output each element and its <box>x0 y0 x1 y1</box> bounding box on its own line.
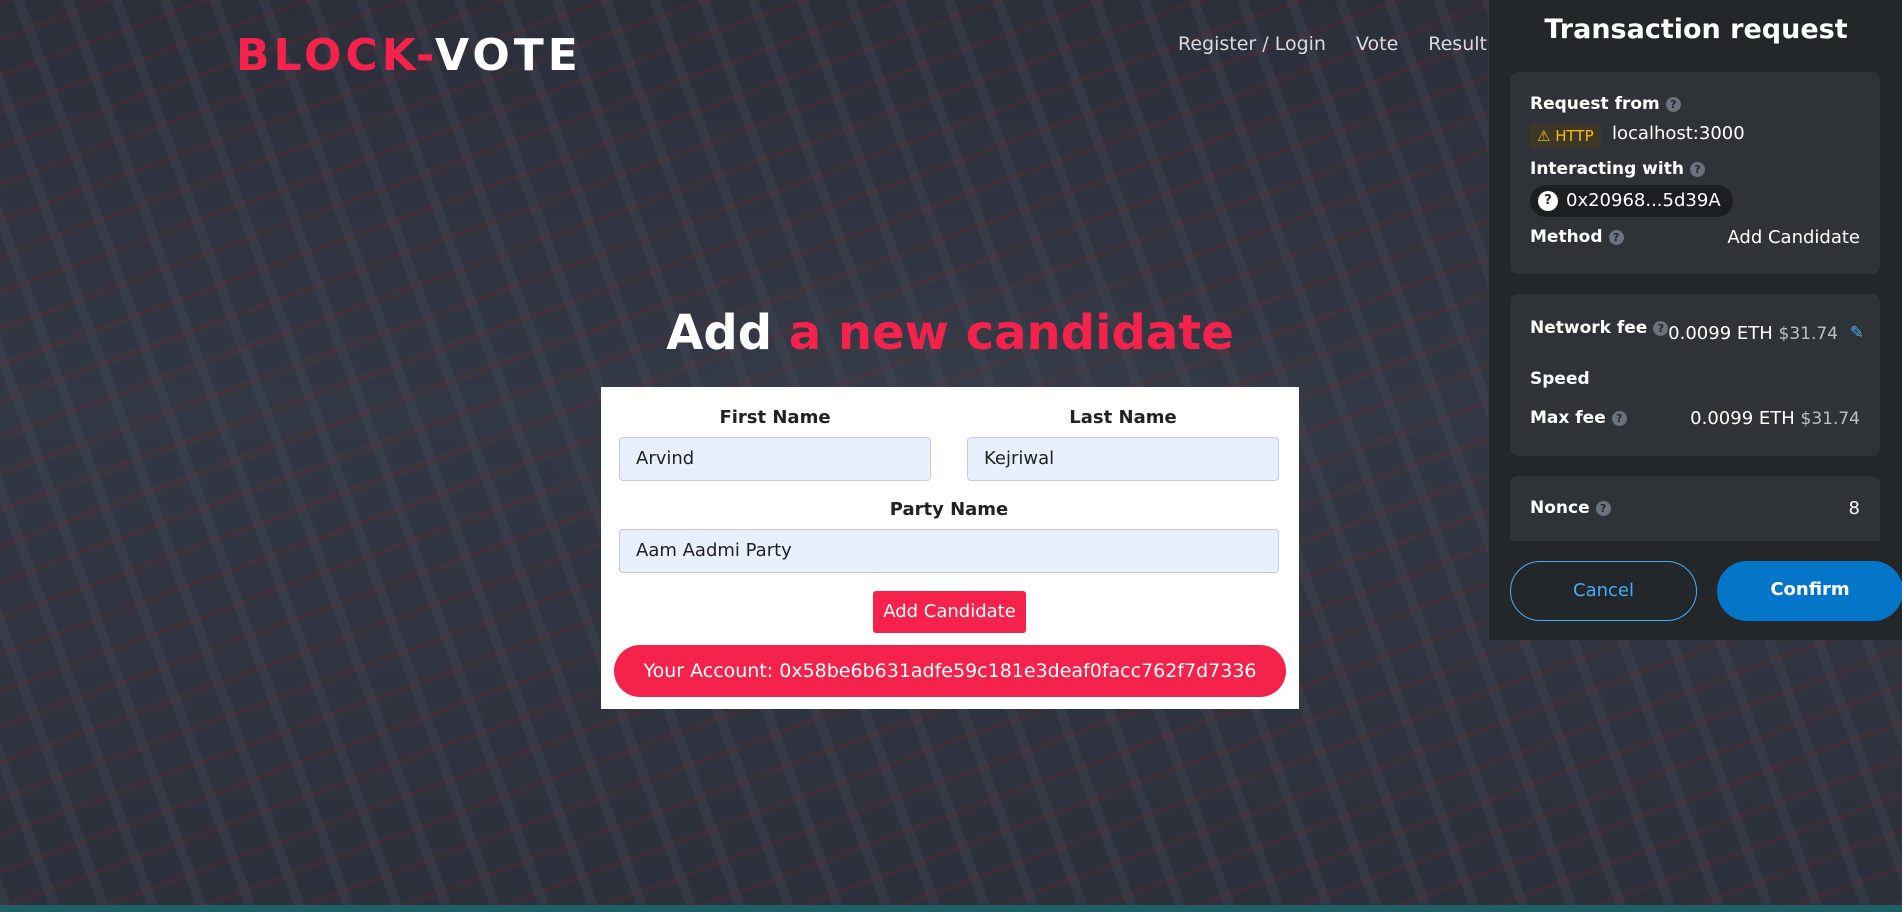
metamask-transaction-panel: Transaction request Request from? ⚠ HTTP… <box>1488 0 1902 640</box>
max-fee-value: 0.0099 ETH $31.74 <box>1690 408 1860 429</box>
warning-icon: ⚠ <box>1537 127 1551 145</box>
network-fee-eth: 0.0099 ETH <box>1668 323 1773 344</box>
http-badge-label: HTTP <box>1555 127 1594 145</box>
nonce-box: Nonce? 8 <box>1510 476 1880 541</box>
method-label: Method <box>1530 227 1603 247</box>
add-candidate-button[interactable]: Add Candidate <box>873 591 1026 633</box>
edit-icon[interactable]: ✎ <box>1850 323 1864 343</box>
taskbar-strip <box>0 905 1902 912</box>
site-logo[interactable]: BLOCK-VOTE <box>236 30 582 81</box>
question-icon: ? <box>1538 191 1558 211</box>
nav-vote[interactable]: Vote <box>1356 33 1398 55</box>
request-from-row: Request from? <box>1530 94 1681 114</box>
cancel-button[interactable]: Cancel <box>1510 561 1697 621</box>
interacting-with-row: Interacting with? <box>1530 159 1705 179</box>
network-fee-label: Network fee <box>1530 318 1648 338</box>
page-title-candidate: a new candidate <box>788 305 1234 361</box>
first-name-label: First Name <box>719 407 831 428</box>
add-candidate-form: First Name Arvind Last Name Kejriwal Par… <box>601 387 1299 709</box>
request-from-label: Request from <box>1530 94 1660 114</box>
nonce-label: Nonce <box>1530 498 1590 518</box>
last-name-label: Last Name <box>1069 407 1177 428</box>
transaction-request-title: Transaction request <box>1544 14 1848 45</box>
party-name-input[interactable]: Aam Aadmi Party <box>619 529 1279 573</box>
logo-block-text: BLOCK- <box>236 30 436 81</box>
nav-register-login[interactable]: Register / Login <box>1178 33 1326 55</box>
confirm-button[interactable]: Confirm <box>1717 561 1902 621</box>
request-details-box: Request from? ⚠ HTTP localhost:3000 Inte… <box>1510 72 1880 274</box>
fee-details-box: Network fee? 0.0099 ETH $31.74 ✎ Speed M… <box>1510 294 1880 456</box>
page-title-add: Add <box>666 305 773 361</box>
last-name-input[interactable]: Kejriwal <box>967 437 1279 481</box>
network-fee-usd: $31.74 <box>1778 324 1838 344</box>
network-fee-row: Network fee? <box>1530 318 1669 338</box>
page-title: Add a new candidate <box>600 305 1300 361</box>
nav-results[interactable]: Results <box>1428 33 1497 55</box>
account-address-banner: Your Account: 0x58be6b631adfe59c181e3dea… <box>614 645 1286 697</box>
logo-vote-text: VOTE <box>435 30 582 81</box>
help-icon[interactable]: ? <box>1689 162 1705 177</box>
party-name-label: Party Name <box>889 499 1009 520</box>
main-nav: Register / Login Vote Results <box>1178 33 1497 55</box>
help-icon[interactable]: ? <box>1595 501 1611 516</box>
interacting-with-label: Interacting with <box>1530 159 1684 179</box>
http-warning-badge: ⚠ HTTP <box>1530 124 1601 148</box>
help-icon[interactable]: ? <box>1653 321 1669 336</box>
nonce-value: 8 <box>1848 498 1860 519</box>
contract-address-chip[interactable]: ? 0x20968...5d39A <box>1530 185 1733 217</box>
help-icon[interactable]: ? <box>1608 230 1624 245</box>
max-fee-label: Max fee <box>1530 408 1606 428</box>
help-icon[interactable]: ? <box>1665 97 1681 112</box>
method-row: Method? <box>1530 227 1624 247</box>
max-fee-row: Max fee? <box>1530 408 1627 428</box>
network-fee-value: 0.0099 ETH $31.74 <box>1668 323 1838 344</box>
speed-label: Speed <box>1530 369 1590 389</box>
method-value: Add Candidate <box>1727 227 1860 248</box>
max-fee-usd: $31.74 <box>1800 409 1860 429</box>
help-icon[interactable]: ? <box>1611 411 1627 426</box>
nonce-row: Nonce? <box>1530 498 1611 518</box>
contract-address: 0x20968...5d39A <box>1566 190 1721 211</box>
request-origin: localhost:3000 <box>1612 123 1745 144</box>
max-fee-eth: 0.0099 ETH <box>1690 408 1795 429</box>
first-name-input[interactable]: Arvind <box>619 437 931 481</box>
